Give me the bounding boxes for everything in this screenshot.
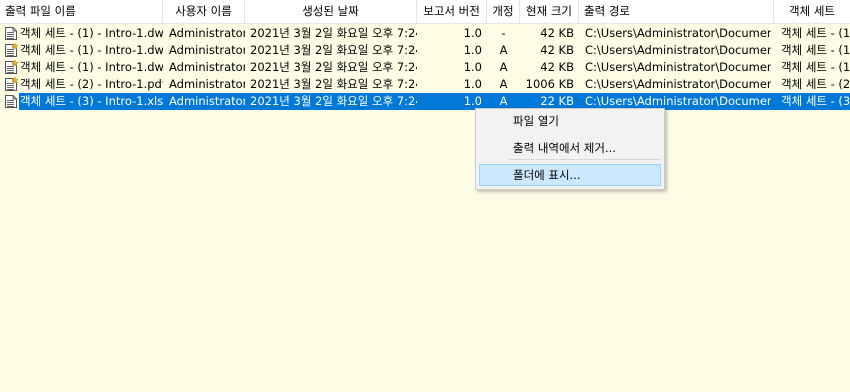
file-name-cell: 객체 세트 - (1) - Intro-1.dwg <box>20 26 163 40</box>
created-date-cell: 2021년 3월 2일 화요일 오후 7:24 <box>250 43 417 57</box>
column-header-bar: 출력 파일 이름 사용자 이름 생성된 날짜 보고서 버전 개정 현재 크기 출… <box>0 0 850 24</box>
file-row[interactable]: 객체 세트 - (1) - Intro-1.dwg Administrator 20… <box>0 42 850 59</box>
file-row[interactable]: 객체 세트 - (2) - Intro-1.pdf Administrator 20… <box>0 76 850 93</box>
column-header-current-size[interactable]: 현재 크기 <box>520 0 579 23</box>
user-name-cell: Administrator <box>169 94 245 108</box>
report-version-cell: 1.0 <box>463 77 482 91</box>
current-size-cell: 42 KB <box>540 60 574 74</box>
column-header-object-set[interactable]: 객체 세트 <box>774 0 850 23</box>
xlsx-file-icon <box>4 94 18 109</box>
dwg-file-new-icon <box>4 59 19 75</box>
user-name-cell: Administrator <box>169 43 245 57</box>
file-name-cell: 객체 세트 - (2) - Intro-1.pdf <box>20 77 163 91</box>
output-path-cell: C:\Users\Administrator\Documents\ <box>585 26 771 40</box>
remove-from-history-menu-item[interactable]: 출력 내역에서 제거... <box>479 137 661 159</box>
output-path-cell: C:\Users\Administrator\Documents\ <box>585 43 771 57</box>
file-row[interactable]: 객체 세트 - (1) - Intro-1.dwg Administrator 20… <box>0 59 850 76</box>
file-row[interactable]: 객체 세트 - (3) - Intro-1.xlsx Administrator 2… <box>0 93 850 110</box>
dwg-file-icon <box>4 26 18 41</box>
user-name-cell: Administrator <box>169 77 245 91</box>
column-header-report-version[interactable]: 보고서 버전 <box>417 0 487 23</box>
object-set-cell: 객체 세트 - (1) <box>781 60 850 74</box>
created-date-cell: 2021년 3월 2일 화요일 오후 7:24 <box>250 60 417 74</box>
column-header-created-date[interactable]: 생성된 날짜 <box>245 0 417 23</box>
pdf-file-new-icon <box>4 76 19 92</box>
dwg-file-new-icon <box>4 42 19 58</box>
user-name-cell: Administrator <box>169 60 245 74</box>
column-header-output-path[interactable]: 출력 경로 <box>579 0 774 23</box>
report-version-cell: 1.0 <box>463 43 482 57</box>
object-set-cell: 객체 세트 - (1) <box>781 43 850 57</box>
object-set-cell: 객체 세트 - (1) <box>781 26 850 40</box>
current-size-cell: 42 KB <box>540 26 574 40</box>
revision-cell: A <box>499 60 508 74</box>
column-header-user-name[interactable]: 사용자 이름 <box>163 0 245 23</box>
object-set-cell: 객체 세트 - (2) <box>781 77 850 91</box>
revision-cell: - <box>501 26 506 40</box>
current-size-cell: 1006 KB <box>525 77 574 91</box>
created-date-cell: 2021년 3월 2일 화요일 오후 7:24 <box>250 94 417 108</box>
output-path-cell: C:\Users\Administrator\Documents\ <box>585 77 771 91</box>
revision-cell: A <box>499 77 508 91</box>
object-set-cell: 객체 세트 - (3) <box>781 94 850 108</box>
report-version-cell: 1.0 <box>463 60 482 74</box>
report-version-cell: 1.0 <box>463 94 482 108</box>
file-name-cell: 객체 세트 - (1) - Intro-1.dwg <box>20 43 163 57</box>
file-name-cell: 객체 세트 - (3) - Intro-1.xlsx <box>20 94 163 108</box>
current-size-cell: 42 KB <box>540 43 574 57</box>
file-name-cell: 객체 세트 - (1) - Intro-1.dwg <box>20 60 163 74</box>
created-date-cell: 2021년 3월 2일 화요일 오후 7:24 <box>250 26 417 40</box>
column-header-revision[interactable]: 개정 <box>487 0 520 23</box>
column-header-output-file-name[interactable]: 출력 파일 이름 <box>0 0 163 23</box>
output-path-cell: C:\Users\Administrator\Documents\ <box>585 60 771 74</box>
menu-separator <box>509 159 661 160</box>
show-in-folder-menu-item[interactable]: 폴더에 표시... <box>479 164 661 186</box>
file-row[interactable]: 객체 세트 - (1) - Intro-1.dwg Administrator 20… <box>0 25 850 42</box>
open-file-menu-item[interactable]: 파일 열기 <box>479 110 661 132</box>
report-version-cell: 1.0 <box>463 26 482 40</box>
context-menu: 파일 열기 출력 내역에서 제거... 폴더에 표시... <box>475 108 665 190</box>
revision-cell: A <box>499 43 508 57</box>
created-date-cell: 2021년 3월 2일 화요일 오후 7:24 <box>250 77 417 91</box>
user-name-cell: Administrator <box>169 26 245 40</box>
